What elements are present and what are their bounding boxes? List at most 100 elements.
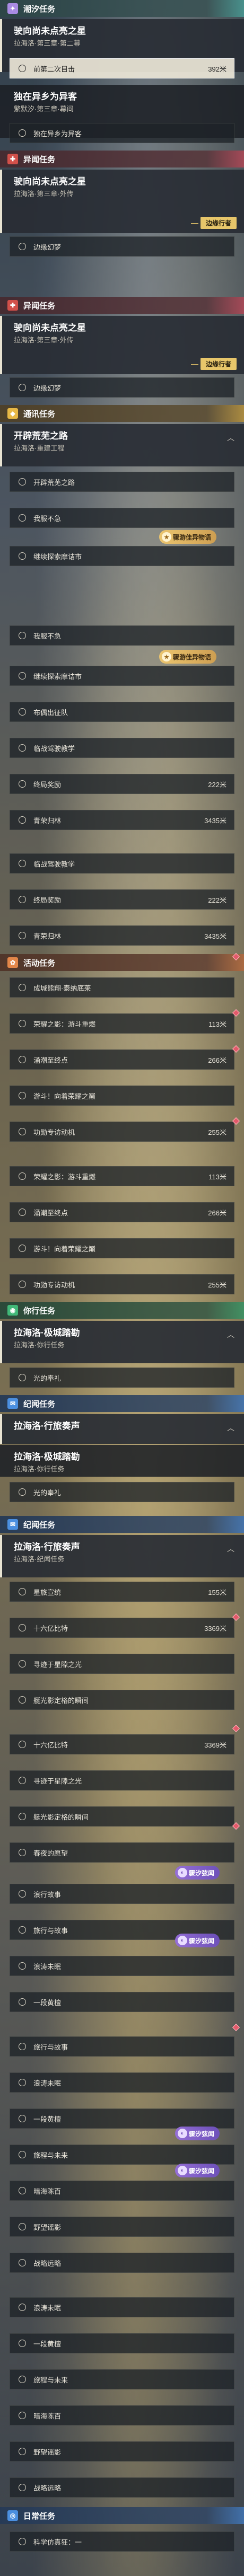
quest-step[interactable]: 涌潮至终点 266米 [10,1202,234,1222]
section-header-main[interactable]: ✦ 潮汐任务 [0,0,244,17]
quest-step[interactable]: 我服不急 [10,625,234,646]
section-header-odd[interactable]: ✚ 异闻任务 [0,151,244,167]
section-header-side[interactable]: ✉ 纪闻任务 [0,1395,244,1412]
quest-card[interactable]: 驶向尚未点亮之星 拉海洛·第三章·外传 边缘行者 [0,170,244,233]
section-header-daily[interactable]: ◎ 日常任务 [0,2507,244,2524]
quest-step[interactable]: 青荣归林 3435米 [10,810,234,830]
quest-step[interactable]: 旅程与未来 [10,2369,234,2389]
quest-step[interactable]: 前第二次目击 392米 [10,58,234,78]
quest-step[interactable]: 荣耀之影：游斗重燃 113米 [10,1013,234,1034]
quest-step[interactable]: 战略远略 [10,2253,234,2273]
quest-step[interactable]: 临战驾驶教学 [10,738,234,758]
step-distance: 3435米 [204,932,226,940]
quest-step[interactable]: 终局奖励 222米 [10,774,234,794]
quest-step[interactable]: 游斗！向着荣耀之巅 [10,1238,234,1258]
quest-step[interactable]: 游斗！向着荣耀之巅 [10,1086,234,1106]
quest-step[interactable]: 继续探索摩诘市 [10,666,234,686]
quest-step[interactable]: 科学仿真狂：一 [10,2531,234,2552]
quest-step[interactable]: 浪行故事 [10,1884,234,1904]
quest-panel: ✦ 潮汐任务 驶向尚未点亮之星 拉海洛·第三章·第二幕 前第二次目击 392米 … [0,0,244,2576]
section-label: 异闻任务 [23,155,56,164]
chevron-up-icon[interactable]: ︿ [227,1543,234,1554]
tide-icon: ★ [162,652,171,661]
quest-step[interactable]: 野望谣影 [10,2217,234,2237]
quest-step[interactable]: 艇光影定格的瞬间 [10,1806,234,1827]
step-distance: 155米 [208,1588,226,1596]
quest-step[interactable]: 一段黄檀 [10,2109,234,2129]
quest-step[interactable]: 寻迹于星隙之光 [10,1770,234,1790]
quest-step[interactable]: 寻迹于星隙之光 [10,1654,234,1674]
quest-card[interactable]: 拉海洛·行旅奏声 ︿ [0,1414,244,1444]
quest-step[interactable]: 光的奉礼 [10,1482,234,1502]
quest-step[interactable]: 浪涛未眠 [10,2297,234,2317]
step-label: 十六亿比特 [33,1741,68,1749]
quest-card[interactable]: 拉海洛·极城踏勘 拉海洛·你行任务 [0,1445,244,1477]
quest-step[interactable]: 开辟荒芜之路 [10,472,234,492]
circle-icon [19,2412,26,2419]
quest-step[interactable]: 涌潮至终点 266米 [10,1049,234,1070]
step-label: 终局奖励 [33,896,62,904]
quest-card[interactable]: 拉海洛·极城踏勘 拉海洛·你行任务 ︿ [0,1321,244,1363]
quest-step[interactable]: 独在异乡为异客 [10,123,234,143]
step-label: 旅行与故事 [33,2043,68,2051]
event-tag: ◐ 骤汐弦闻 [175,2127,220,2140]
section-header-explore[interactable]: ◆ 通讯任务 [0,405,244,422]
chevron-up-icon[interactable]: ︿ [227,1329,234,1340]
quest-subtitle: 拉海洛·第三章·第二幕 [14,39,81,47]
section-header-odd[interactable]: ✚ 异闻任务 [0,297,244,314]
quest-card[interactable]: 开辟荒芜之路 拉海洛·重建工程 ︿ [0,424,244,466]
step-label: 荣耀之影：游斗重燃 [33,1172,96,1181]
quest-step[interactable]: 春夜的愿望 [10,1842,234,1863]
quest-step[interactable]: 十六亿比特 3369米 [10,1734,234,1754]
quest-step[interactable]: 旅行与故事 [10,2036,234,2057]
section-header-event[interactable]: ✿ 活动任务 [0,954,244,971]
chevron-up-icon[interactable]: ︿ [227,433,234,443]
quest-step[interactable]: 暗海陈百 [10,2405,234,2425]
quest-step[interactable]: 艇光影定格的瞬间 [10,1690,234,1710]
circle-icon [19,2259,26,2266]
quest-step[interactable]: 十六亿比特 3369米 [10,1618,234,1638]
quest-card[interactable]: 驶向尚未点亮之星 拉海洛·第三章·外传 边缘行者 [0,316,244,374]
section-label: 纪闻任务 [23,1399,56,1409]
quest-step[interactable]: 边缘幻梦 [10,236,234,257]
section-header-daily-side[interactable]: ◉ 你行任务 [0,1302,244,1319]
quest-step[interactable]: 战略远略 [10,2477,234,2498]
circle-icon [19,65,26,72]
section-header-side[interactable]: ✉ 纪闻任务 [0,1516,244,1533]
quest-step[interactable]: 临战驾驶教学 [10,853,234,874]
section-label: 活动任务 [23,958,56,968]
quest-step[interactable]: 我服不急 [10,508,234,528]
quest-step[interactable]: 野望谣影 [10,2441,234,2462]
quest-step[interactable]: 浪涛未眠 [10,1956,234,1976]
quest-step[interactable]: 功勋专访动机 255米 [10,1274,234,1294]
quest-step[interactable]: 终局奖励 222米 [10,889,234,910]
quest-step[interactable]: 成城熊翔·泰纳底莱 [10,977,234,998]
circle-icon [19,1777,26,1784]
quest-step[interactable]: 光的奉礼 [10,1368,234,1388]
quest-step[interactable]: 浪涛未眠 [10,2072,234,2093]
circle-icon [19,1208,26,1216]
circle-icon [19,984,26,991]
quest-step[interactable]: 星旅宣统 155米 [10,1582,234,1602]
circle-icon [19,1962,26,1970]
quest-step[interactable]: 布偶出征队 [10,702,234,722]
tide-icon: ◐ [178,1936,187,1945]
event-tag: ★ 骤游佳异物语 [159,650,217,664]
quest-title: 拉海洛·极城踏勘 [14,1328,80,1338]
quest-step[interactable]: 功勋专访动机 255米 [10,1122,234,1142]
event-tag: ◐ 骤汐弦闻 [175,2164,220,2177]
circle-icon [19,2043,26,2050]
quest-step[interactable]: 青荣归林 3435米 [10,925,234,946]
step-distance: 222米 [208,780,226,789]
quest-step[interactable]: 荣耀之影：游斗重燃 113米 [10,1166,234,1186]
quest-step[interactable]: 暗海陈百 [10,2181,234,2201]
quest-step[interactable]: 边缘幻梦 [10,377,234,398]
quest-step[interactable]: 继续探索摩诘市 [10,546,234,566]
quest-step[interactable]: 一段黄檀 [10,2333,234,2353]
circle-icon [19,2187,26,2194]
quest-card[interactable]: 拉海洛·行旅奏声 拉海洛·纪闻任务 ︿ [0,1535,244,1577]
quest-step[interactable]: 旅程与未来 [10,2145,234,2165]
section-label: 通讯任务 [23,409,56,419]
chevron-up-icon[interactable]: ︿ [227,1423,234,1433]
quest-step[interactable]: 一段黄檀 [10,1992,234,2012]
